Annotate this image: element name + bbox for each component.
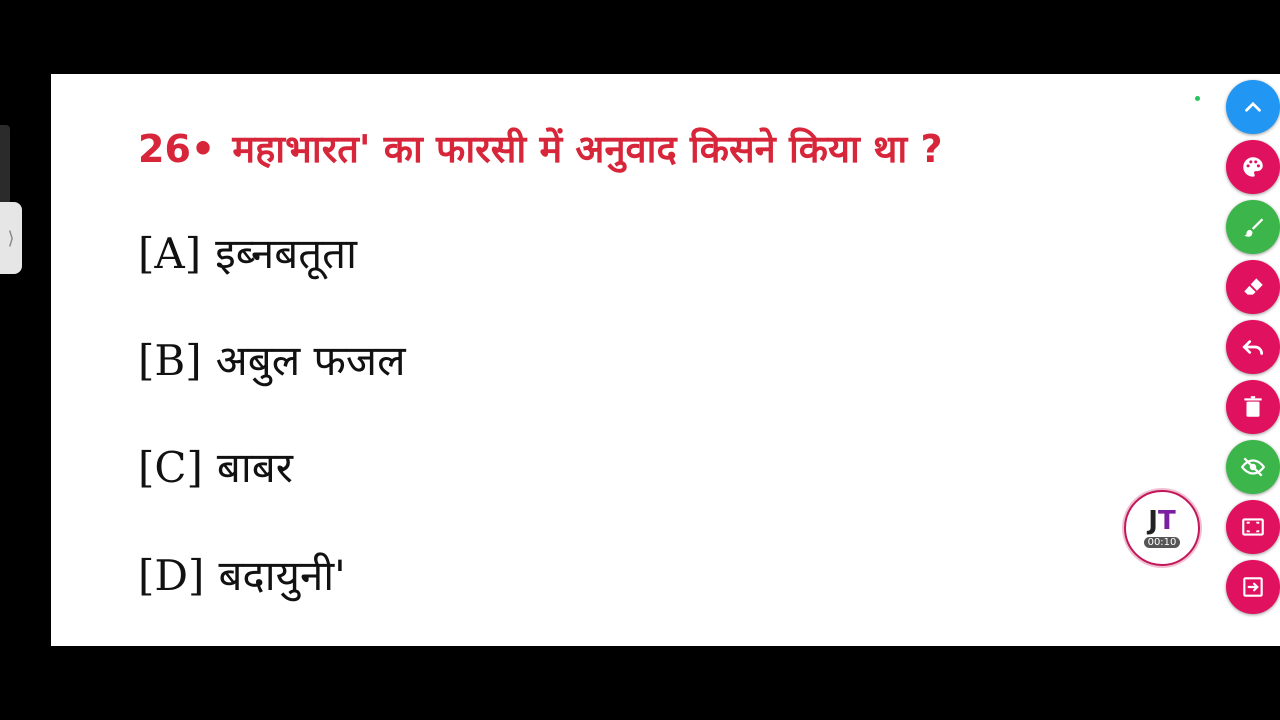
exit-button[interactable] (1226, 560, 1280, 614)
whiteboard-canvas[interactable]: 26• महाभारत' का फारसी में अनुवाद किसने क… (51, 74, 1280, 646)
option-text: अबुल फजल (215, 336, 406, 385)
channel-logo: JT (1148, 505, 1176, 536)
option-key: [B] (138, 336, 202, 385)
option-c: [C] बाबर (138, 438, 293, 495)
side-panel-handle[interactable]: ⟩ (0, 202, 22, 274)
clear-button[interactable] (1226, 380, 1280, 434)
brush-button[interactable] (1226, 200, 1280, 254)
question-number: 26• (138, 127, 216, 171)
option-text: इब्नबतूता (215, 229, 357, 278)
brush-icon (1244, 218, 1264, 237)
recording-timer-badge[interactable]: JT 00:10 (1124, 490, 1200, 566)
option-key: [D] (138, 551, 205, 600)
option-key: [C] (138, 443, 203, 492)
collapse-toolbar-button[interactable] (1226, 80, 1280, 134)
trash-icon (1244, 396, 1262, 417)
question-text: महाभारत' का फारसी में अनुवाद किसने किया … (232, 127, 943, 171)
option-text: बाबर (216, 443, 293, 492)
chevron-up-icon (1245, 101, 1261, 112)
question: 26• महाभारत' का फारसी में अनुवाद किसने क… (138, 122, 943, 174)
option-d: [D] बदायुनी' (138, 546, 346, 603)
fullscreen-button[interactable] (1226, 500, 1280, 554)
palette-icon (1243, 157, 1263, 177)
eraser-icon (1244, 278, 1263, 295)
eye-off-icon (1240, 457, 1266, 477)
exit-icon (1243, 577, 1263, 597)
option-a: [A] इब्नबतूता (138, 224, 357, 281)
option-key: [A] (138, 229, 202, 278)
timer-value: 00:10 (1143, 536, 1181, 548)
fullscreen-icon (1242, 518, 1264, 536)
eraser-button[interactable] (1226, 260, 1280, 314)
option-b: [B] अबुल फजल (138, 331, 406, 388)
color-picker-button[interactable] (1226, 140, 1280, 194)
undo-icon (1242, 340, 1264, 355)
option-text: बदायुनी' (218, 551, 346, 600)
undo-button[interactable] (1226, 320, 1280, 374)
chevron-right-icon: ⟩ (7, 227, 15, 249)
hide-button[interactable] (1226, 440, 1280, 494)
status-dot (1195, 96, 1200, 101)
